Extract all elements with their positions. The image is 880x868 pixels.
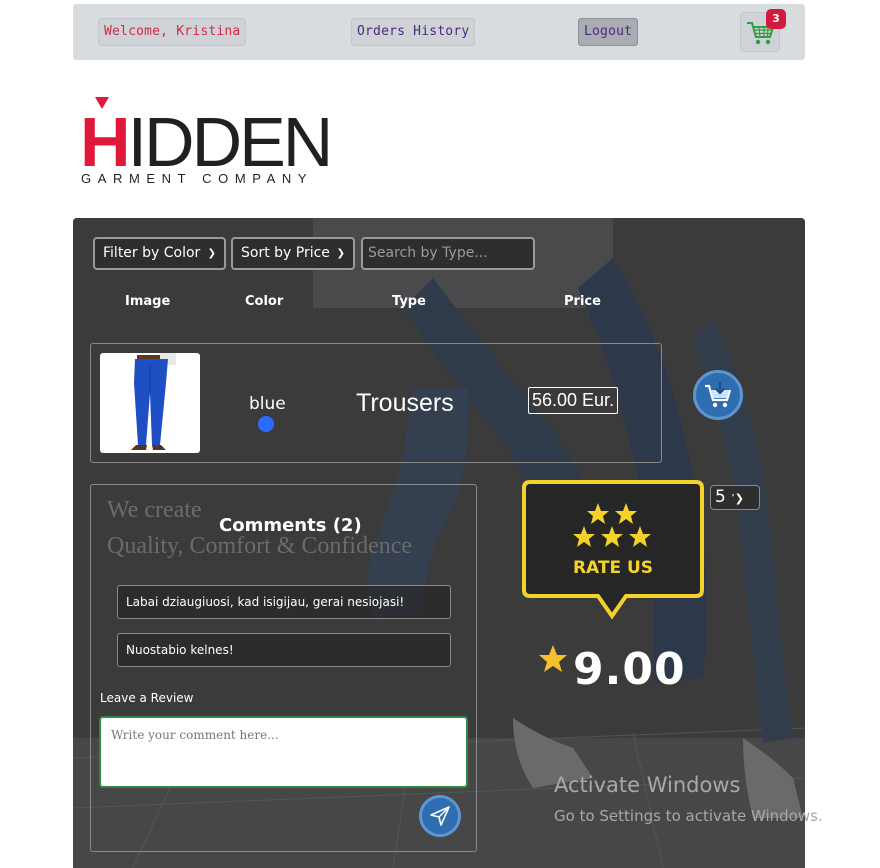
product-price: 56.00 Eur. <box>528 387 619 414</box>
cart-count-badge: 3 <box>766 9 786 29</box>
products-panel: Filter by Color ❯ Sort by Price ❯ Search… <box>73 218 805 868</box>
product-row: blue Trousers 56.00 Eur. <box>90 343 662 463</box>
review-textarea[interactable]: Write your comment here... <box>99 716 468 788</box>
leave-review-label: Leave a Review <box>100 691 194 705</box>
speech-bubble-icon <box>522 480 704 620</box>
company-logo[interactable]: HIDDEN GARMENT COMPANY <box>80 97 333 189</box>
search-by-type-input[interactable]: Search by Type... <box>361 237 535 270</box>
sort-by-price-label: Sort by Price <box>241 245 330 261</box>
logo-letters-rest: IDDEN <box>127 103 334 181</box>
column-header-color: Color <box>245 294 284 309</box>
star-icon <box>539 645 567 672</box>
product-color-swatch <box>258 416 274 432</box>
product-type: Trousers <box>356 389 454 417</box>
column-header-price: Price <box>564 294 601 309</box>
activate-windows-subtitle: Go to Settings to activate Windows. <box>554 807 823 825</box>
chevron-down-icon: ❯ <box>336 248 345 259</box>
rate-us-text: RATE US <box>572 558 654 578</box>
comments-section: We create Quality, Comfort & Confidence … <box>90 484 477 852</box>
logo-wordmark: HIDDEN <box>80 107 333 177</box>
trousers-image <box>131 353 176 450</box>
logo-letter-h: H <box>80 103 131 181</box>
tagline-line-2: Quality, Comfort & Confidence <box>107 533 413 559</box>
comments-title: Comments (2) <box>219 515 362 536</box>
rate-us-badge[interactable]: RATE US <box>522 480 704 620</box>
welcome-button[interactable]: Welcome, Kristina <box>98 18 247 46</box>
chevron-down-icon: ❯ <box>207 248 216 259</box>
average-rating-score: 9.00 <box>573 644 686 695</box>
tagline-line-1: We create <box>107 497 202 523</box>
sort-by-price-dropdown[interactable]: Sort by Price ❯ <box>231 237 355 270</box>
rating-select[interactable]: 5 ’❯ <box>710 485 760 510</box>
product-image[interactable] <box>100 353 200 453</box>
column-header-image: Image <box>125 294 171 309</box>
comment-item: Labai dziaugiuosi, kad isigijau, gerai n… <box>117 585 451 619</box>
send-review-button[interactable] <box>419 795 461 837</box>
cart-button[interactable]: 3 <box>740 9 786 52</box>
send-icon <box>430 806 450 826</box>
add-to-cart-button[interactable] <box>693 370 743 420</box>
orders-history-button[interactable]: Orders History <box>351 18 476 46</box>
comment-item: Nuostabio kelnes! <box>117 633 451 667</box>
filter-by-color-dropdown[interactable]: Filter by Color ❯ <box>93 237 226 270</box>
top-navigation: Welcome, Kristina Orders History Logout … <box>73 4 805 60</box>
logout-button[interactable]: Logout <box>578 18 639 46</box>
chevron-down-icon: ’❯ <box>731 492 744 505</box>
rating-select-value: 5 <box>715 487 726 507</box>
filter-by-color-label: Filter by Color <box>103 245 201 261</box>
logo-subtitle: GARMENT COMPANY <box>81 171 314 186</box>
column-header-type: Type <box>392 294 426 309</box>
product-color-name: blue <box>249 394 286 414</box>
cart-download-icon <box>705 382 732 408</box>
activate-windows-title: Activate Windows <box>554 773 741 797</box>
